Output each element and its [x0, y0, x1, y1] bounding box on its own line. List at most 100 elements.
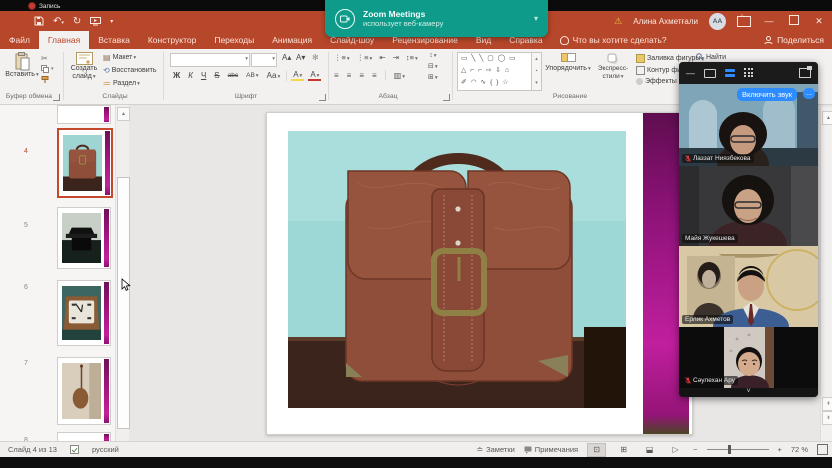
smartart-button[interactable]: ⊞ — [428, 73, 438, 81]
shapes-row[interactable]: ✐ ◠ ∿ { } ☆ — [461, 77, 535, 89]
bullets-button[interactable]: ⋮≡ — [334, 53, 350, 62]
zoom-out-button[interactable]: − — [693, 445, 697, 454]
tab-animations[interactable]: Анимация — [263, 31, 321, 49]
justify-button[interactable]: ≡ — [372, 71, 377, 80]
popout-icon[interactable] — [799, 68, 811, 78]
close-button[interactable]: ✕ — [812, 16, 826, 27]
scroll-up-button[interactable]: ▲ — [117, 107, 130, 121]
zoom-level[interactable]: 72 % — [791, 445, 808, 454]
highlight-color-button[interactable]: А — [291, 70, 304, 81]
thumbnail-slide-4[interactable] — [57, 128, 113, 198]
zoom-in-button[interactable]: + — [778, 445, 782, 454]
tab-file[interactable]: Файл — [0, 31, 39, 49]
notes-button[interactable]: ≐Заметки — [476, 445, 514, 454]
font-color-button[interactable]: А — [308, 70, 321, 81]
spellcheck-icon[interactable] — [70, 445, 79, 454]
thumbnail-slide-5[interactable] — [57, 207, 111, 269]
next-slide-button[interactable]: ⇟ — [822, 411, 832, 425]
decrease-indent-button[interactable]: ⇤ — [379, 53, 385, 62]
align-right-button[interactable]: ≡ — [359, 71, 364, 80]
increase-font-button[interactable]: А▴ — [280, 53, 293, 62]
numbering-button[interactable]: ⋮≡ — [357, 53, 373, 62]
thumbnail-slide-7[interactable] — [57, 357, 111, 425]
change-case-button[interactable]: Аа — [265, 71, 283, 80]
save-icon[interactable] — [34, 16, 44, 26]
format-painter-button[interactable] — [41, 76, 49, 84]
clear-formatting-button[interactable]: ✻ — [310, 53, 321, 62]
strikethrough-button[interactable]: S — [212, 71, 221, 80]
quick-styles-button[interactable]: Экспресс-стили — [592, 53, 634, 81]
thumbnail-panel-scrollbar[interactable]: ▲ — [115, 104, 129, 441]
collapse-videos-chevron[interactable]: ˅ — [679, 388, 818, 397]
font-name-combo[interactable] — [170, 53, 250, 67]
layout-button[interactable]: ▤Макет — [103, 53, 136, 62]
editor-scroll-up-button[interactable]: ▲ — [822, 111, 832, 125]
paragraph-dialog-launcher[interactable] — [443, 94, 450, 101]
avatar[interactable]: АА — [709, 13, 726, 30]
tab-transitions[interactable]: Переходы — [205, 31, 263, 49]
minimize-button[interactable]: — — [762, 16, 776, 26]
zoom-slider[interactable] — [707, 449, 769, 450]
font-size-combo[interactable] — [251, 53, 277, 67]
strip-view-icon[interactable] — [725, 69, 735, 77]
increase-indent-button[interactable]: ⇥ — [393, 53, 399, 62]
thumbnail-slide-3-partial[interactable] — [57, 105, 111, 124]
fit-to-window-button[interactable] — [817, 444, 828, 455]
text-shadow-button[interactable]: abc — [226, 72, 240, 79]
tell-me-box[interactable]: Что вы хотите сделать? — [552, 31, 675, 49]
view-slideshow-button[interactable]: ▷ — [667, 444, 684, 456]
font-dialog-launcher[interactable] — [319, 94, 326, 101]
slide-canvas[interactable] — [266, 112, 693, 435]
underline-button[interactable]: Ч — [199, 71, 208, 80]
columns-button[interactable]: ▥ — [394, 71, 405, 80]
warning-icon[interactable]: ⚠ — [614, 16, 622, 27]
thumbnail-slide-6[interactable] — [57, 280, 111, 346]
video-tile-4[interactable]: Сәулехан Ару — [679, 327, 818, 388]
zoom-slider-thumb[interactable] — [728, 445, 731, 454]
view-reading-button[interactable]: ⬓ — [641, 444, 658, 456]
italic-button[interactable]: К — [186, 71, 195, 80]
language-indicator[interactable]: русский — [92, 445, 119, 454]
editor-scrollbar[interactable]: ▲ ⇞ ⇟ — [820, 107, 832, 441]
unmute-button[interactable]: Включить звук — [737, 88, 797, 101]
start-slideshow-icon[interactable] — [90, 17, 101, 26]
section-button[interactable]: ≔Раздел — [103, 79, 140, 88]
new-slide-button[interactable]: Создатьслайд — [67, 52, 101, 81]
undo-icon[interactable]: ↶▾ — [53, 16, 64, 27]
shapes-row[interactable]: △ ⌐ ⌐ ⇨ ⇩ ⌂ — [461, 65, 535, 77]
zoom-meeting-window[interactable]: — Включить звук ... Лаззат Ниязбекова — [679, 62, 818, 397]
speaker-view-icon[interactable] — [704, 69, 716, 78]
user-name[interactable]: Алина Ахметғали — [633, 17, 698, 26]
more-options-button[interactable]: ... — [803, 88, 815, 99]
tab-home[interactable]: Главная — [39, 31, 89, 49]
bold-button[interactable]: Ж — [171, 71, 182, 80]
tab-insert[interactable]: Вставка — [89, 31, 139, 49]
redo-icon[interactable]: ↻ — [73, 16, 81, 27]
cut-button[interactable]: ✂ — [41, 54, 48, 63]
copy-button[interactable]: ▾ — [41, 65, 54, 73]
align-center-button[interactable]: ≡ — [347, 71, 352, 80]
shape-outline-button[interactable]: Контур фи — [636, 66, 685, 75]
shapes-gallery[interactable]: ▭ ╲ ╲ ▢ ◯ ▭ △ ⌐ ⌐ ⇨ ⇩ ⌂ ✐ ◠ ∿ { } ☆ — [457, 52, 536, 91]
slide-photo-briefcase[interactable] — [288, 131, 626, 408]
customize-qat-icon[interactable]: ▾ — [110, 18, 113, 25]
share-button[interactable]: Поделиться — [764, 31, 824, 49]
align-left-button[interactable]: ≡ — [334, 71, 339, 80]
restore-button[interactable] — [787, 15, 801, 27]
clipboard-dialog-launcher[interactable] — [53, 94, 60, 101]
gallery-view-icon[interactable] — [744, 68, 754, 78]
reset-button[interactable]: ⟲Восстановить — [103, 66, 157, 75]
line-spacing-button[interactable]: ↕≡ — [406, 53, 418, 62]
zoom-minimize-icon[interactable]: — — [686, 68, 695, 78]
previous-slide-button[interactable]: ⇞ — [822, 397, 832, 411]
video-tile-2[interactable]: Майя Жукешева — [679, 166, 818, 246]
shapes-row[interactable]: ▭ ╲ ╲ ▢ ◯ ▭ — [461, 53, 535, 65]
paste-button[interactable]: Вставить — [6, 52, 38, 79]
camera-notification[interactable]: Zoom Meetings использует веб-камеру ▾ — [325, 0, 548, 37]
find-button[interactable]: Найти — [696, 53, 726, 61]
decrease-font-button[interactable]: А▾ — [294, 53, 307, 62]
text-direction-button[interactable]: ↕ — [429, 52, 436, 59]
comments-button[interactable]: Примечания — [524, 445, 578, 454]
scrollbar-thumb[interactable] — [117, 177, 130, 429]
align-text-button[interactable]: ⊟ — [428, 62, 438, 70]
